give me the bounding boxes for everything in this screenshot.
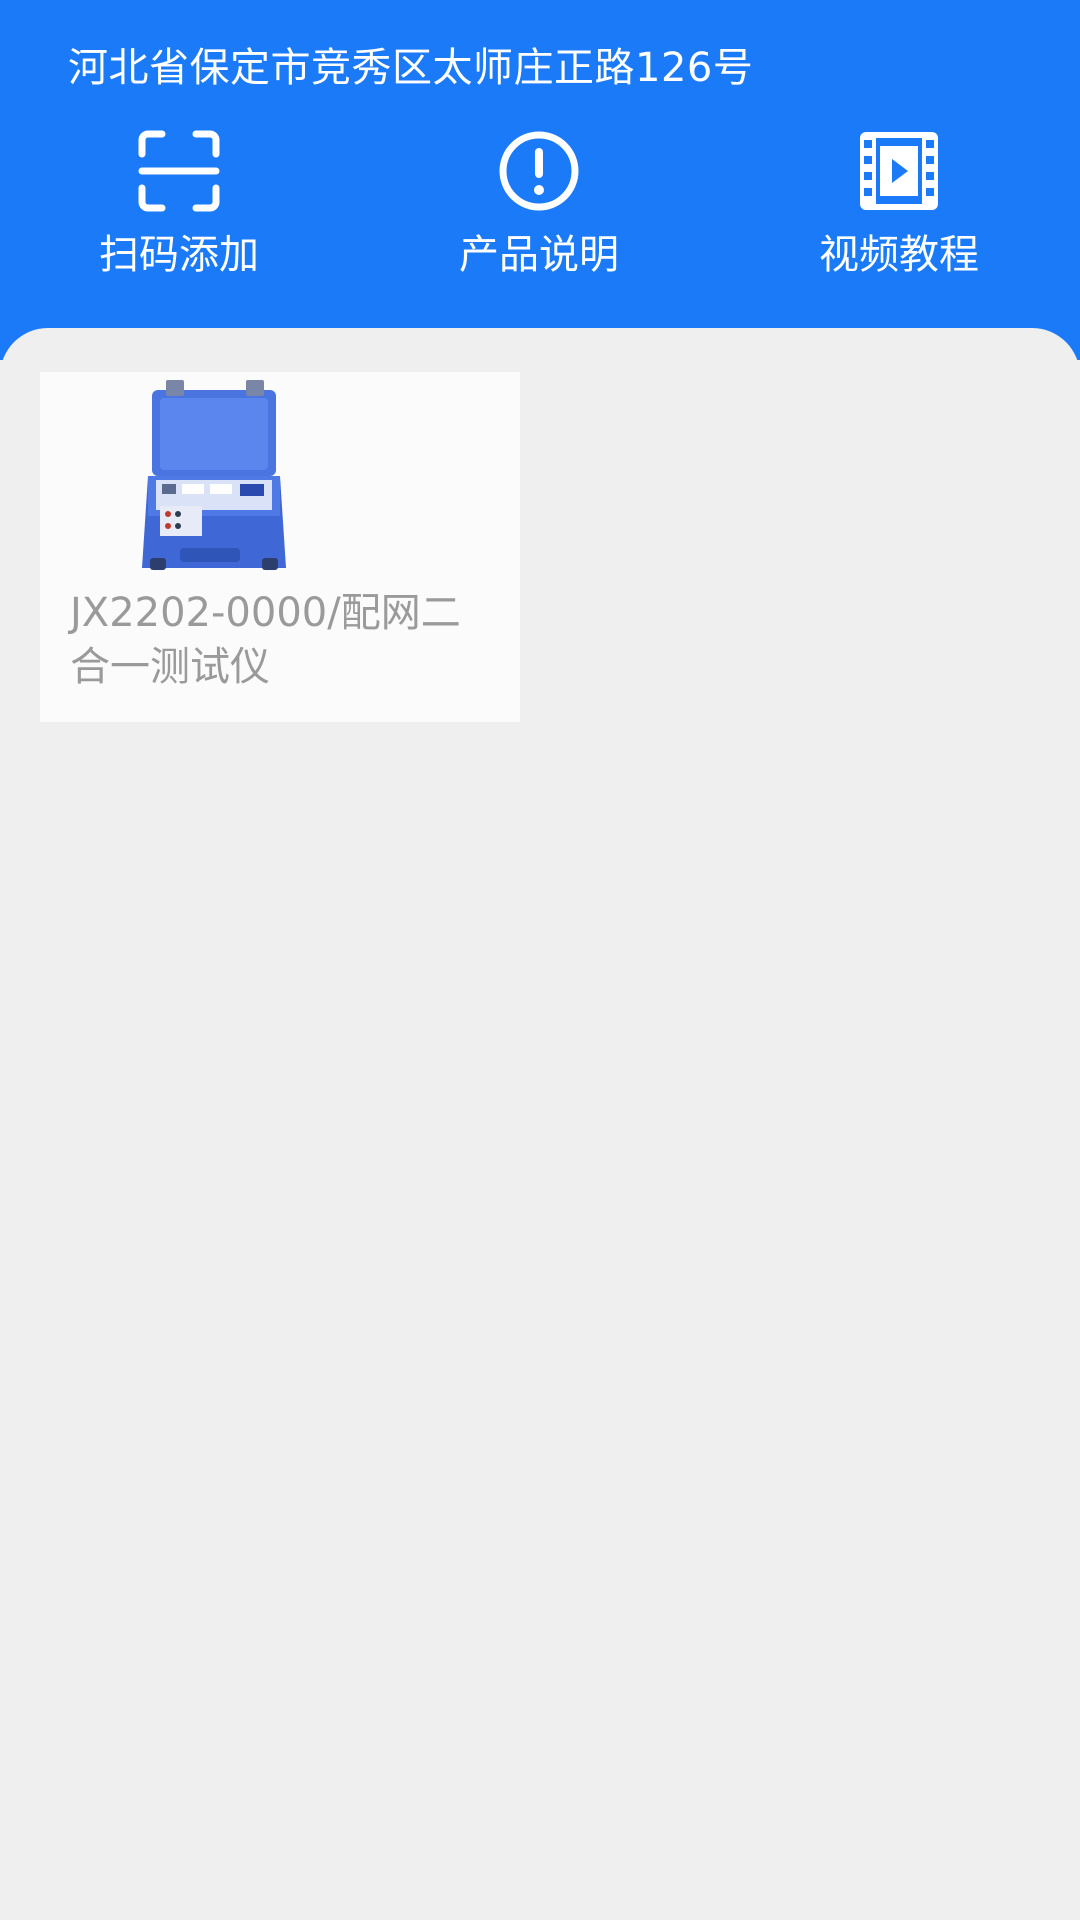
video-tutorial-label: 视频教程 <box>819 232 979 278</box>
tester-case-image <box>94 372 314 582</box>
product-card[interactable]: JX2202-0000/配网二合一测试仪 <box>40 372 520 722</box>
product-name: JX2202-0000/配网二合一测试仪 <box>70 590 461 690</box>
product-manual-label: 产品说明 <box>459 232 619 278</box>
video-icon <box>856 128 942 214</box>
scan-add-button[interactable]: 扫码添加 <box>59 124 299 284</box>
info-icon <box>496 128 582 214</box>
scan-icon <box>136 128 222 214</box>
address-title: 河北省保定市竞秀区太师庄正路126号 <box>68 45 754 91</box>
action-bar: 扫码添加 产品说明 视频教程 <box>0 124 1080 284</box>
device-list: JX2202-0000/配网二合一测试仪 <box>0 328 1080 1920</box>
scan-add-label: 扫码添加 <box>99 232 259 278</box>
product-manual-button[interactable]: 产品说明 <box>419 124 659 284</box>
app-header: 河北省保定市竞秀区太师庄正路126号 扫码添加 产品说明 视频教程 <box>0 0 1080 360</box>
video-tutorial-button[interactable]: 视频教程 <box>779 124 1019 284</box>
